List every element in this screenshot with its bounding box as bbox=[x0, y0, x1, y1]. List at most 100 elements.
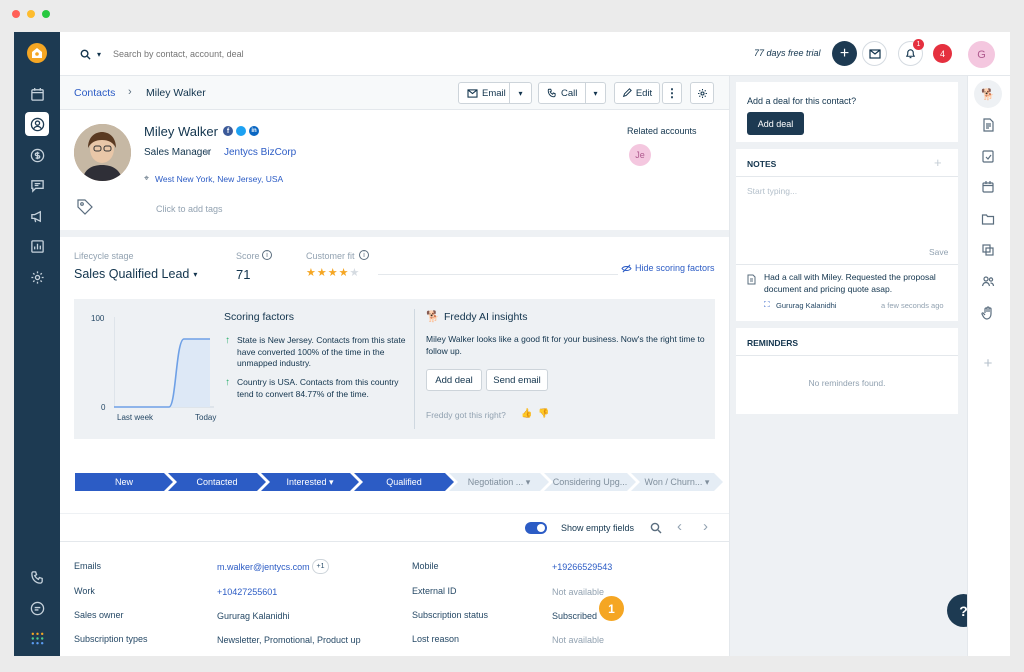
fit-info-icon[interactable]: i bbox=[359, 250, 369, 260]
apps-grid-icon[interactable] bbox=[25, 626, 49, 650]
search-icon[interactable] bbox=[650, 522, 662, 534]
star-icon: ★ bbox=[349, 267, 361, 279]
hide-scoring-link[interactable]: Hide scoring factors bbox=[621, 263, 715, 273]
note-author-icon: ⛶ bbox=[764, 300, 770, 309]
call-dropdown-caret[interactable]: ▾ bbox=[585, 83, 605, 103]
add-deal-button[interactable]: Add deal bbox=[747, 112, 804, 135]
copy-icon[interactable] bbox=[977, 239, 999, 261]
customize-gear-button[interactable] bbox=[690, 82, 714, 104]
notes-input[interactable]: Start typing... bbox=[747, 186, 797, 196]
field-value-mobile[interactable]: +19266529543 bbox=[552, 562, 612, 572]
minimize-window-button[interactable] bbox=[27, 10, 35, 18]
pipeline-stage[interactable]: Qualified bbox=[354, 473, 454, 491]
field-value-work[interactable]: +10427255601 bbox=[217, 587, 277, 597]
search-box[interactable]: ▾ bbox=[80, 44, 380, 64]
trial-text[interactable]: 77 days free trial bbox=[754, 48, 821, 58]
top-bar: ▾ 77 days free trial + 1 4 G bbox=[60, 32, 1010, 76]
chart-y-max: 100 bbox=[91, 314, 105, 323]
factor-2-text: Country is USA. Contacts from this count… bbox=[237, 377, 399, 399]
mail-icon[interactable] bbox=[862, 41, 887, 66]
freddy-icon[interactable]: 🐕 bbox=[974, 80, 1002, 108]
pipeline-stage[interactable]: Negotiation ... ▾ bbox=[449, 473, 549, 491]
twitter-icon[interactable] bbox=[236, 126, 246, 136]
thumbs-down-icon[interactable]: 👎 bbox=[538, 408, 549, 419]
freddy-add-deal-button[interactable]: Add deal bbox=[426, 369, 482, 391]
more-options-button[interactable]: ⋮ bbox=[662, 82, 682, 104]
field-value-sales-owner[interactable]: Gururag Kalanidhi bbox=[217, 611, 290, 621]
contact-location-link[interactable]: West New York, New Jersey, USA bbox=[155, 174, 283, 184]
alerts-badge[interactable]: 4 bbox=[933, 44, 952, 63]
search-scope-caret[interactable]: ▾ bbox=[97, 50, 101, 59]
field-value-external-id[interactable]: Not available bbox=[552, 587, 604, 597]
score-label: Score bbox=[236, 251, 260, 261]
contacts-icon[interactable] bbox=[25, 112, 49, 136]
field-value-subscription-status[interactable]: Subscribed bbox=[552, 611, 597, 621]
field-value-emails[interactable]: m.walker@jentycs.com bbox=[217, 562, 310, 572]
show-empty-fields-toggle[interactable] bbox=[525, 522, 547, 534]
pipeline-stage[interactable]: New bbox=[75, 473, 173, 491]
search-input[interactable] bbox=[113, 49, 354, 59]
conversations-icon[interactable] bbox=[25, 173, 49, 197]
freddy-send-email-button[interactable]: Send email bbox=[486, 369, 548, 391]
freddy-title: Freddy AI insights bbox=[444, 311, 528, 323]
pipeline-stage[interactable]: Won / Churn... ▾ bbox=[631, 473, 723, 491]
call-action-button[interactable]: Call ▾ bbox=[538, 82, 606, 104]
tags-placeholder[interactable]: Click to add tags bbox=[156, 204, 223, 214]
folder-icon[interactable] bbox=[977, 208, 999, 230]
company-link[interactable]: Jentycs BizCorp bbox=[224, 147, 296, 158]
deals-dollar-icon[interactable] bbox=[25, 143, 49, 167]
freddy-feedback-text: Freddy got this right? bbox=[426, 410, 506, 420]
tag-icon[interactable] bbox=[76, 198, 94, 219]
email-dropdown-caret[interactable]: ▾ bbox=[509, 83, 531, 103]
reminders-empty-text: No reminders found. bbox=[808, 378, 886, 388]
reports-icon[interactable] bbox=[25, 234, 49, 258]
facebook-icon[interactable]: f bbox=[223, 126, 233, 136]
field-label-external-id: External ID bbox=[412, 586, 457, 596]
factor-1-text: State is New Jersey. Contacts from this … bbox=[237, 335, 406, 368]
chevron-right-icon[interactable]: › bbox=[703, 518, 708, 535]
quick-add-button[interactable]: + bbox=[832, 41, 857, 66]
thumbs-up-icon[interactable]: 👍 bbox=[521, 408, 532, 419]
notifications-icon[interactable]: 1 bbox=[898, 39, 924, 66]
notes-save-button[interactable]: Save bbox=[929, 247, 948, 257]
chevron-left-icon[interactable]: ‹ bbox=[677, 518, 682, 535]
scoring-card: Lifecycle stage Sales Qualified Lead ▾ S… bbox=[60, 237, 729, 513]
star-icon: ★ bbox=[316, 267, 328, 279]
field-value-lost-reason[interactable]: Not available bbox=[552, 635, 604, 645]
linkedin-icon[interactable]: in bbox=[249, 126, 259, 136]
phone-icon[interactable] bbox=[25, 565, 49, 589]
emails-more-badge[interactable]: +1 bbox=[312, 559, 329, 574]
close-window-button[interactable] bbox=[12, 10, 20, 18]
email-action-button[interactable]: Email ▾ bbox=[458, 82, 532, 104]
users-icon[interactable] bbox=[977, 270, 999, 292]
related-account-avatar[interactable]: Je bbox=[629, 144, 651, 166]
pipeline-stage[interactable]: Considering Upg... bbox=[544, 473, 636, 491]
campaigns-megaphone-icon[interactable] bbox=[25, 204, 49, 228]
fields-card: Show empty fields ‹ › Emails m.walker@je… bbox=[60, 514, 729, 656]
reminders-divider bbox=[736, 355, 958, 356]
breadcrumb-contacts-link[interactable]: Contacts bbox=[74, 87, 115, 99]
email-action-label: Email bbox=[482, 87, 506, 99]
document-icon[interactable] bbox=[977, 114, 999, 136]
lifecycle-dropdown[interactable]: Sales Qualified Lead ▾ bbox=[74, 267, 197, 281]
chat-icon[interactable] bbox=[25, 596, 49, 620]
step-marker-badge: 1 bbox=[597, 594, 626, 623]
calendar-icon[interactable] bbox=[25, 82, 49, 106]
settings-gear-icon[interactable] bbox=[25, 265, 49, 289]
edit-label: Edit bbox=[635, 87, 653, 99]
note-entry-text[interactable]: Had a call with Miley. Requested the pro… bbox=[764, 271, 950, 295]
maximize-window-button[interactable] bbox=[42, 10, 50, 18]
hand-icon[interactable] bbox=[977, 302, 999, 324]
score-info-icon[interactable]: i bbox=[262, 250, 272, 260]
app-logo[interactable] bbox=[27, 43, 47, 63]
field-value-subscription-types[interactable]: Newsletter, Promotional, Product up bbox=[217, 635, 361, 645]
user-avatar[interactable]: G bbox=[968, 41, 995, 68]
add-note-icon[interactable]: + bbox=[934, 155, 942, 170]
tasks-icon[interactable] bbox=[977, 145, 999, 167]
calendar-icon[interactable] bbox=[977, 176, 999, 198]
add-deal-prompt: Add a deal for this contact? bbox=[747, 96, 857, 106]
edit-button[interactable]: Edit bbox=[614, 82, 660, 104]
pipeline-stage[interactable]: Contacted bbox=[168, 473, 266, 491]
add-app-icon[interactable]: + bbox=[977, 352, 999, 374]
pipeline-stage[interactable]: Interested ▾ bbox=[261, 473, 359, 491]
